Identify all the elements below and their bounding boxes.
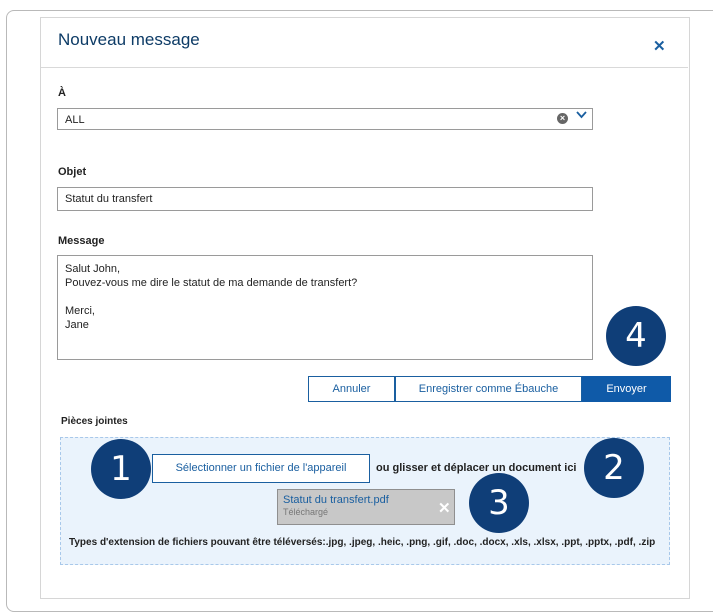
select-file-button[interactable]: Sélectionner un fichier de l'appareil [152,454,370,483]
send-button[interactable]: Envoyer [582,376,671,402]
dialog-title: Nouveau message [58,30,200,49]
callout-badge-3: 3 [469,473,529,533]
close-icon[interactable]: ✕ [653,37,666,55]
subject-field[interactable]: Statut du transfert [57,187,593,211]
callout-badge-2: 2 [584,438,644,498]
header-divider [41,67,688,68]
subject-value: Statut du transfert [65,193,153,205]
remove-file-icon[interactable]: ✕ [438,499,451,517]
message-label: Message [58,235,105,247]
clear-circle-icon[interactable]: × [557,113,568,124]
file-name[interactable]: Statut du transfert.pdf [283,494,389,506]
file-status: Téléchargé [283,507,329,517]
uploaded-file-chip: Statut du transfert.pdf Téléchargé ✕ [277,489,455,525]
message-line [65,290,585,304]
callout-badge-1: 1 [91,439,151,499]
recipient-field[interactable]: ALL [57,108,593,130]
message-line: Pouvez-vous me dire le statut de ma dema… [65,277,358,289]
attachments-label: Pièces jointes [61,416,128,427]
message-line: Salut John, [65,263,121,275]
drag-drop-text: ou glisser et déplacer un document ici [376,462,577,474]
message-line: Merci, [65,305,95,317]
allowed-file-types: Types d'extension de fichiers pouvant êt… [69,537,656,548]
save-draft-button[interactable]: Enregistrer comme Ébauche [395,376,582,402]
recipient-value: ALL [65,114,85,126]
callout-badge-4: 4 [606,306,666,366]
chevron-down-icon[interactable] [576,110,587,122]
subject-label: Objet [58,166,87,178]
to-label: À [58,87,66,99]
message-line: Jane [65,319,89,331]
cancel-button[interactable]: Annuler [308,376,395,402]
message-textarea[interactable]: Salut John, Pouvez-vous me dire le statu… [57,255,593,360]
